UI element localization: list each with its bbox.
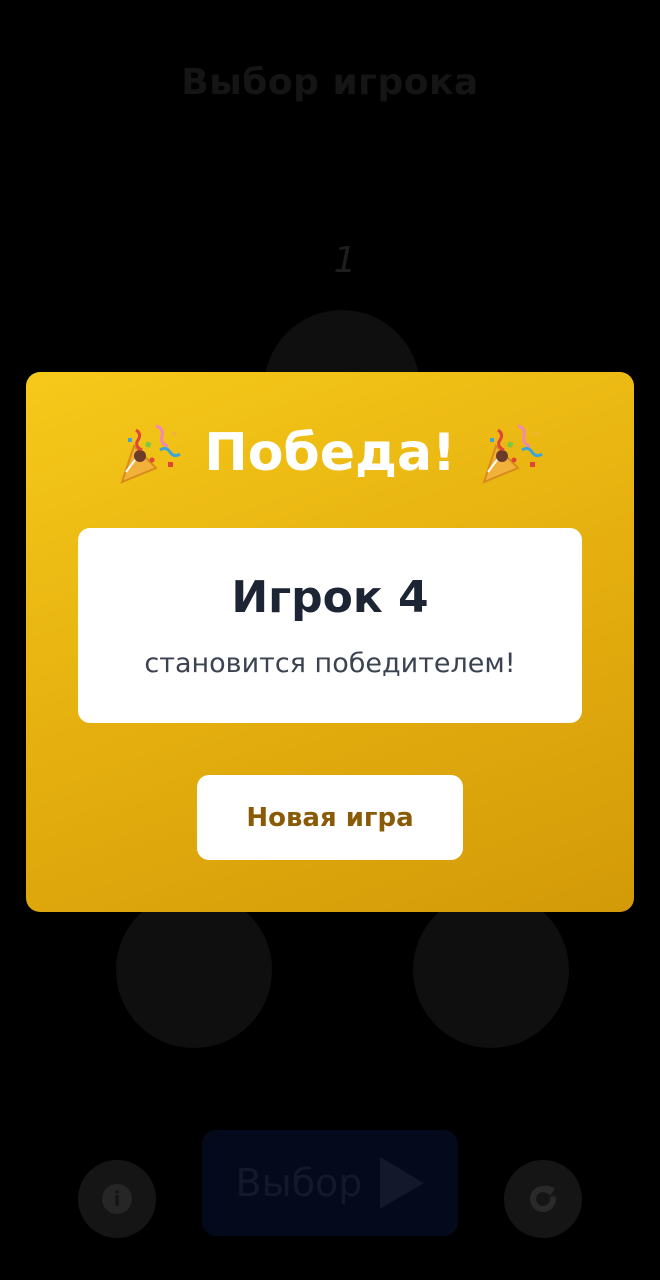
victory-modal: Победа! Игрок 4 становится победителем! …: [26, 372, 634, 912]
winner-name: Игрок 4: [231, 572, 429, 623]
new-game-button[interactable]: Новая игра: [197, 775, 463, 860]
winner-subtitle: становится победителем!: [144, 648, 516, 679]
modal-title-row: Победа!: [26, 420, 634, 486]
winner-card: Игрок 4 становится победителем!: [78, 528, 582, 723]
player-circle-bottom-left[interactable]: [116, 892, 272, 1048]
info-icon: i: [102, 1184, 132, 1214]
party-popper-icon: [482, 424, 543, 484]
party-popper-icon: [120, 424, 182, 484]
info-button[interactable]: i: [78, 1160, 156, 1238]
player-circle-bottom-right[interactable]: [413, 892, 569, 1048]
player-number-indicator: 1: [333, 240, 357, 281]
screen: Выбор игрока 1 i Выбор Победа! Игрок 4 с…: [0, 0, 660, 1280]
select-button-label: Выбор: [235, 1161, 363, 1205]
play-icon: [380, 1157, 425, 1209]
victory-heading: Победа!: [204, 423, 456, 483]
page-title: Выбор игрока: [181, 62, 479, 103]
select-button[interactable]: Выбор: [202, 1130, 458, 1236]
refresh-icon: [530, 1185, 556, 1212]
reset-button[interactable]: [504, 1160, 582, 1238]
